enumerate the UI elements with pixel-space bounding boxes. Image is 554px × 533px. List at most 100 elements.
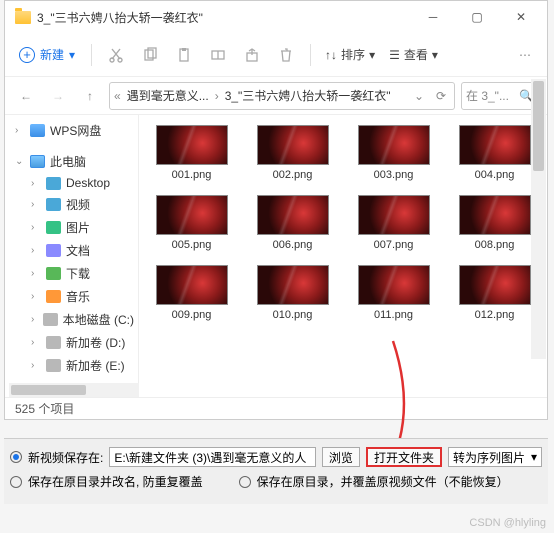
sidebar-item-wps[interactable]: ›WPS网盘 <box>5 119 138 142</box>
chevron-right-icon: › <box>213 89 221 103</box>
opt-label: 新视频保存在: <box>28 449 103 466</box>
breadcrumb-seg[interactable]: 3_"三书六娉八抬大轿一袭红衣" <box>221 87 395 104</box>
dropdown-chevron-icon[interactable]: ⌄ <box>408 89 430 103</box>
thumbnail-image <box>459 195 531 235</box>
minimize-button[interactable]: ─ <box>411 2 455 32</box>
pc-icon <box>30 155 45 168</box>
file-item[interactable]: 005.png <box>143 195 240 251</box>
sidebar-label: 本地磁盘 (C:) <box>63 311 134 328</box>
sidebar-item-drive-e[interactable]: ›新加卷 (E:) <box>5 354 138 377</box>
path-input[interactable]: E:\新建文件夹 (3)\遇到毫无意义的人 <box>109 447 316 467</box>
chevron-down-icon: ▾ <box>369 48 375 62</box>
caret-icon[interactable]: › <box>31 268 41 279</box>
sidebar-label: Desktop <box>66 176 110 190</box>
share-button[interactable] <box>236 39 268 71</box>
caret-icon[interactable]: › <box>15 125 25 136</box>
file-item[interactable]: 003.png <box>345 125 442 181</box>
history-chevron-icon[interactable]: « <box>112 89 123 103</box>
file-item[interactable]: 002.png <box>244 125 341 181</box>
sidebar-item-videos[interactable]: › 视频 <box>5 193 138 216</box>
up-button[interactable]: ↑ <box>77 83 103 109</box>
file-item[interactable]: 001.png <box>143 125 240 181</box>
caret-icon[interactable]: › <box>31 360 41 371</box>
caret-icon[interactable]: › <box>31 314 38 325</box>
new-button[interactable]: + 新建 ▾ <box>11 42 83 67</box>
breadcrumb-seg[interactable]: 遇到毫无意义... <box>123 87 213 104</box>
radio-save-orig-rename[interactable] <box>10 476 22 488</box>
file-item[interactable]: 011.png <box>345 265 442 321</box>
browse-button[interactable]: 浏览 <box>322 447 360 467</box>
close-button[interactable]: ✕ <box>499 2 543 32</box>
rename-button[interactable] <box>202 39 234 71</box>
file-grid: 001.png 002.png 003.png 004.png 005.png 006.p… <box>139 115 547 397</box>
sidebar-item-downloads[interactable]: ›下载 <box>5 262 138 285</box>
radio-save-new[interactable] <box>10 451 22 463</box>
file-item[interactable]: 008.png <box>446 195 543 251</box>
address-bar[interactable]: « 遇到毫无意义... › 3_"三书六娉八抬大轿一袭红衣" ⌄ ⟳ <box>109 82 455 110</box>
maximize-button[interactable]: ▢ <box>455 2 499 32</box>
view-button[interactable]: ☰ 查看 ▾ <box>383 42 444 67</box>
file-name: 001.png <box>172 169 212 181</box>
caret-icon[interactable]: ⌄ <box>15 156 25 167</box>
more-button[interactable]: ⋯ <box>509 39 541 71</box>
thumbnail-image <box>257 195 329 235</box>
thumbnail-image <box>358 265 430 305</box>
file-name: 005.png <box>172 239 212 251</box>
file-item[interactable]: 010.png <box>244 265 341 321</box>
horizontal-scrollbar[interactable] <box>9 383 139 397</box>
sort-button[interactable]: ↑↓ 排序 ▾ <box>319 42 381 67</box>
search-input[interactable]: 在 3_"... 🔍 <box>461 82 539 110</box>
sidebar-item-drive-d[interactable]: ›新加卷 (D:) <box>5 331 138 354</box>
paste-button[interactable] <box>168 39 200 71</box>
wps-icon <box>30 124 45 137</box>
file-name: 003.png <box>374 169 414 181</box>
forward-button[interactable]: → <box>45 83 71 109</box>
file-item[interactable]: 007.png <box>345 195 442 251</box>
cut-button[interactable] <box>100 39 132 71</box>
vertical-scrollbar[interactable] <box>531 79 546 359</box>
item-count: 525 个项目 <box>15 402 74 416</box>
copy-button[interactable] <box>134 39 166 71</box>
sidebar: ›WPS网盘 ⌄此电脑 › Desktop › 视频 › 图片 ›文档 ›下载 ›音乐… <box>5 115 139 397</box>
refresh-button[interactable]: ⟳ <box>430 89 452 103</box>
caret-icon[interactable]: › <box>31 337 41 348</box>
drive-icon <box>46 359 61 372</box>
file-item[interactable]: 004.png <box>446 125 543 181</box>
toolbar: + 新建 ▾ ↑↓ 排序 ▾ ☰ 查看 ▾ ⋯ <box>5 33 547 77</box>
caret-icon[interactable]: › <box>31 178 41 189</box>
file-name: 006.png <box>273 239 313 251</box>
file-item[interactable]: 009.png <box>143 265 240 321</box>
open-folder-button[interactable]: 打开文件夹 <box>366 447 442 467</box>
radio-save-orig-overwrite[interactable] <box>239 476 251 488</box>
thumbnail-image <box>257 125 329 165</box>
caret-icon[interactable]: › <box>31 291 41 302</box>
file-name: 011.png <box>374 309 413 321</box>
music-icon <box>46 290 61 303</box>
file-item[interactable]: 006.png <box>244 195 341 251</box>
convert-select[interactable]: 转为序列图片▾ <box>448 447 542 467</box>
caret-icon[interactable]: › <box>31 222 41 233</box>
file-name: 010.png <box>273 309 313 321</box>
back-button[interactable]: ← <box>13 83 39 109</box>
sidebar-label: 视频 <box>66 196 90 213</box>
desktop-icon <box>46 177 61 190</box>
file-item[interactable]: 012.png <box>446 265 543 321</box>
thumbnail-image <box>459 265 531 305</box>
delete-button[interactable] <box>270 39 302 71</box>
sort-label: 排序 <box>341 46 365 63</box>
thumbnail-image <box>257 265 329 305</box>
sidebar-item-desktop[interactable]: › Desktop <box>5 173 138 193</box>
sidebar-item-documents[interactable]: ›文档 <box>5 239 138 262</box>
sidebar-label: 图片 <box>66 219 90 236</box>
caret-icon[interactable]: › <box>31 245 41 256</box>
sidebar-item-drive-c[interactable]: › 本地磁盘 (C:) <box>5 308 138 331</box>
thumbnail-image <box>156 125 228 165</box>
video-icon <box>46 198 61 211</box>
image-icon <box>46 221 61 234</box>
thumbnail-image <box>459 125 531 165</box>
sidebar-item-music[interactable]: ›音乐 <box>5 285 138 308</box>
view-label: 查看 <box>404 46 428 63</box>
sidebar-item-pictures[interactable]: › 图片 <box>5 216 138 239</box>
sidebar-item-thispc[interactable]: ⌄此电脑 <box>5 150 138 173</box>
caret-icon[interactable]: › <box>31 199 41 210</box>
